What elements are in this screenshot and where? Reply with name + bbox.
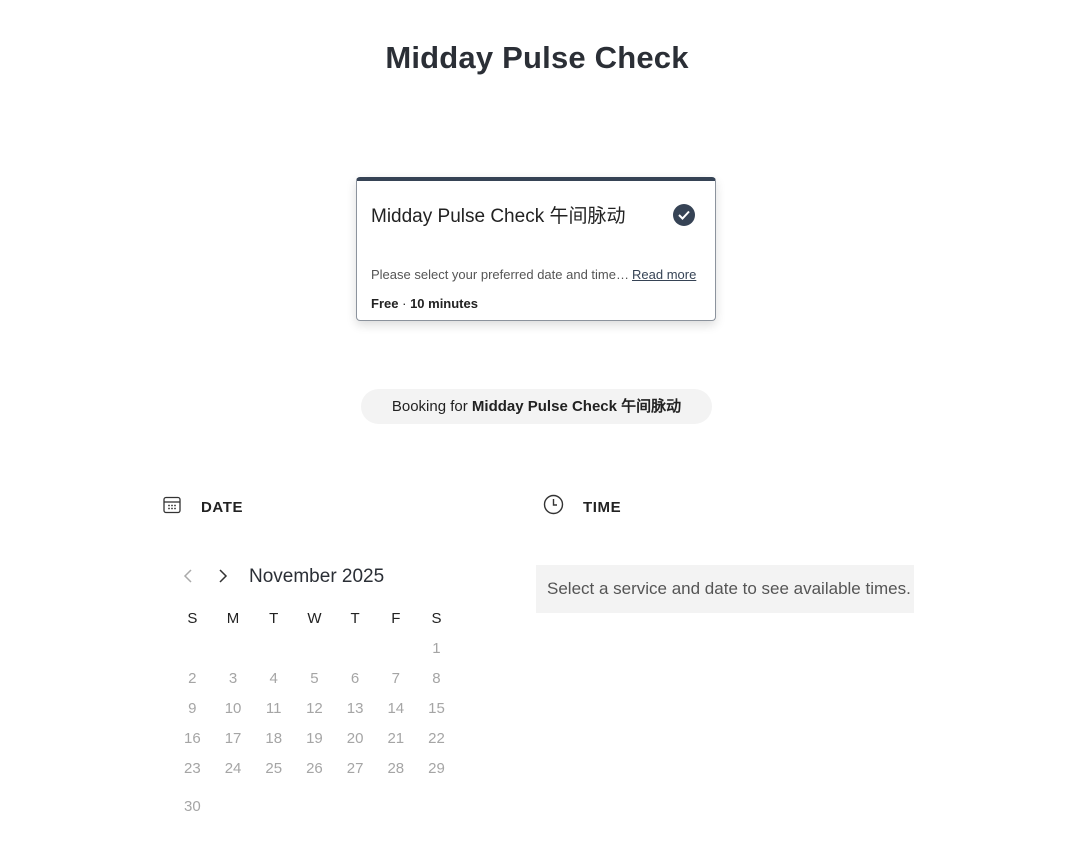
calendar-day: 23 [184, 760, 201, 777]
calendar-icon [162, 495, 182, 520]
service-duration: 10 minutes [410, 296, 478, 311]
booking-prefix: Booking for [391, 398, 468, 415]
calendar-week-row: 23 24 25 26 27 28 29 [172, 754, 457, 784]
service-card[interactable]: Midday Pulse Check 午间脉动 Please select yo… [356, 177, 716, 321]
service-card-meta: Free · 10 minutes [371, 296, 478, 311]
booking-service-name: Midday Pulse Check 午间脉动 [471, 398, 682, 415]
calendar-day: 10 [224, 700, 242, 717]
calendar-day: 30 [184, 798, 201, 815]
meta-separator: · [402, 296, 407, 311]
weekday-label: F [391, 610, 401, 627]
weekday-label: M [226, 610, 240, 627]
calendar-day: 11 [265, 700, 282, 717]
weekday-label: T [269, 610, 279, 627]
calendar-day: 15 [428, 700, 445, 717]
calendar-day: 14 [387, 700, 405, 717]
calendar-day [416, 792, 457, 822]
calendar-day: 8 [432, 670, 441, 687]
calendar-day [294, 792, 335, 822]
calendar-day: 27 [346, 760, 364, 777]
calendar-day: 1 [432, 640, 441, 657]
booking-for-badge: Booking for Midday Pulse Check 午间脉动 [361, 389, 712, 424]
service-card-description: Please select your preferred date and ti… [371, 267, 629, 282]
page-title: Midday Pulse Check [385, 40, 689, 75]
calendar-day: 4 [269, 670, 278, 687]
weekday-label: S [431, 610, 442, 627]
weekday-label: S [187, 610, 198, 627]
calendar-day: 29 [428, 760, 445, 777]
calendar-week-row: 30 [172, 792, 457, 822]
calendar-day: 22 [428, 730, 445, 747]
calendar-day: 25 [265, 760, 283, 777]
calendar-week-row: 9 10 11 12 13 14 15 [172, 694, 457, 724]
calendar-day [172, 634, 213, 664]
calendar-day [253, 792, 294, 822]
calendar-day: 19 [306, 730, 323, 747]
calendar-day [253, 634, 294, 664]
chevron-left-icon[interactable] [178, 566, 198, 586]
calendar-day: 9 [188, 700, 197, 717]
calendar-month-label: November 2025 [249, 566, 385, 587]
clock-icon [543, 494, 564, 520]
calendar-day [375, 634, 416, 664]
calendar-day: 26 [306, 760, 323, 777]
calendar-day: 28 [387, 760, 405, 777]
calendar-day [213, 792, 254, 822]
calendar-day: 17 [224, 730, 242, 747]
calendar-day: 5 [310, 670, 319, 687]
time-section-heading: TIME [583, 499, 622, 516]
service-card-title: Midday Pulse Check 午间脉动 [371, 206, 626, 227]
calendar-day [213, 634, 254, 664]
read-more-link[interactable]: Read more [632, 267, 696, 282]
time-slots-placeholder: Select a service and date to see availab… [536, 565, 914, 613]
calendar-day [335, 792, 376, 822]
service-price: Free [371, 296, 399, 311]
calendar-day [294, 634, 335, 664]
calendar-day: 18 [265, 730, 283, 747]
calendar-day: 6 [350, 670, 360, 687]
calendar-day: 13 [346, 700, 364, 717]
calendar-week-row: 16 17 18 19 20 21 22 [172, 724, 457, 754]
chevron-right-icon[interactable] [213, 566, 233, 586]
weekday-label: T [350, 610, 360, 627]
calendar-day: 24 [224, 760, 242, 777]
weekday-header-row: S M T W T F S [172, 610, 457, 634]
date-section-heading: DATE [201, 499, 244, 516]
calendar-day: 2 [188, 670, 197, 687]
calendar-week-row: 2 3 4 5 6 7 8 [172, 664, 457, 694]
calendar-week-row: 1 [172, 634, 457, 664]
check-circle-icon [673, 204, 695, 226]
calendar-day [375, 792, 416, 822]
calendar-day: 7 [391, 670, 400, 687]
calendar-day [335, 634, 376, 664]
calendar-grid: S M T W T F S 1 2 3 4 5 6 7 8 9 10 11 12… [172, 610, 457, 822]
calendar-day: 3 [228, 670, 238, 687]
calendar-day: 21 [387, 730, 405, 747]
calendar-day: 12 [306, 700, 323, 717]
calendar-day: 16 [184, 730, 201, 747]
calendar-day: 20 [346, 730, 364, 747]
weekday-label: W [307, 610, 322, 627]
